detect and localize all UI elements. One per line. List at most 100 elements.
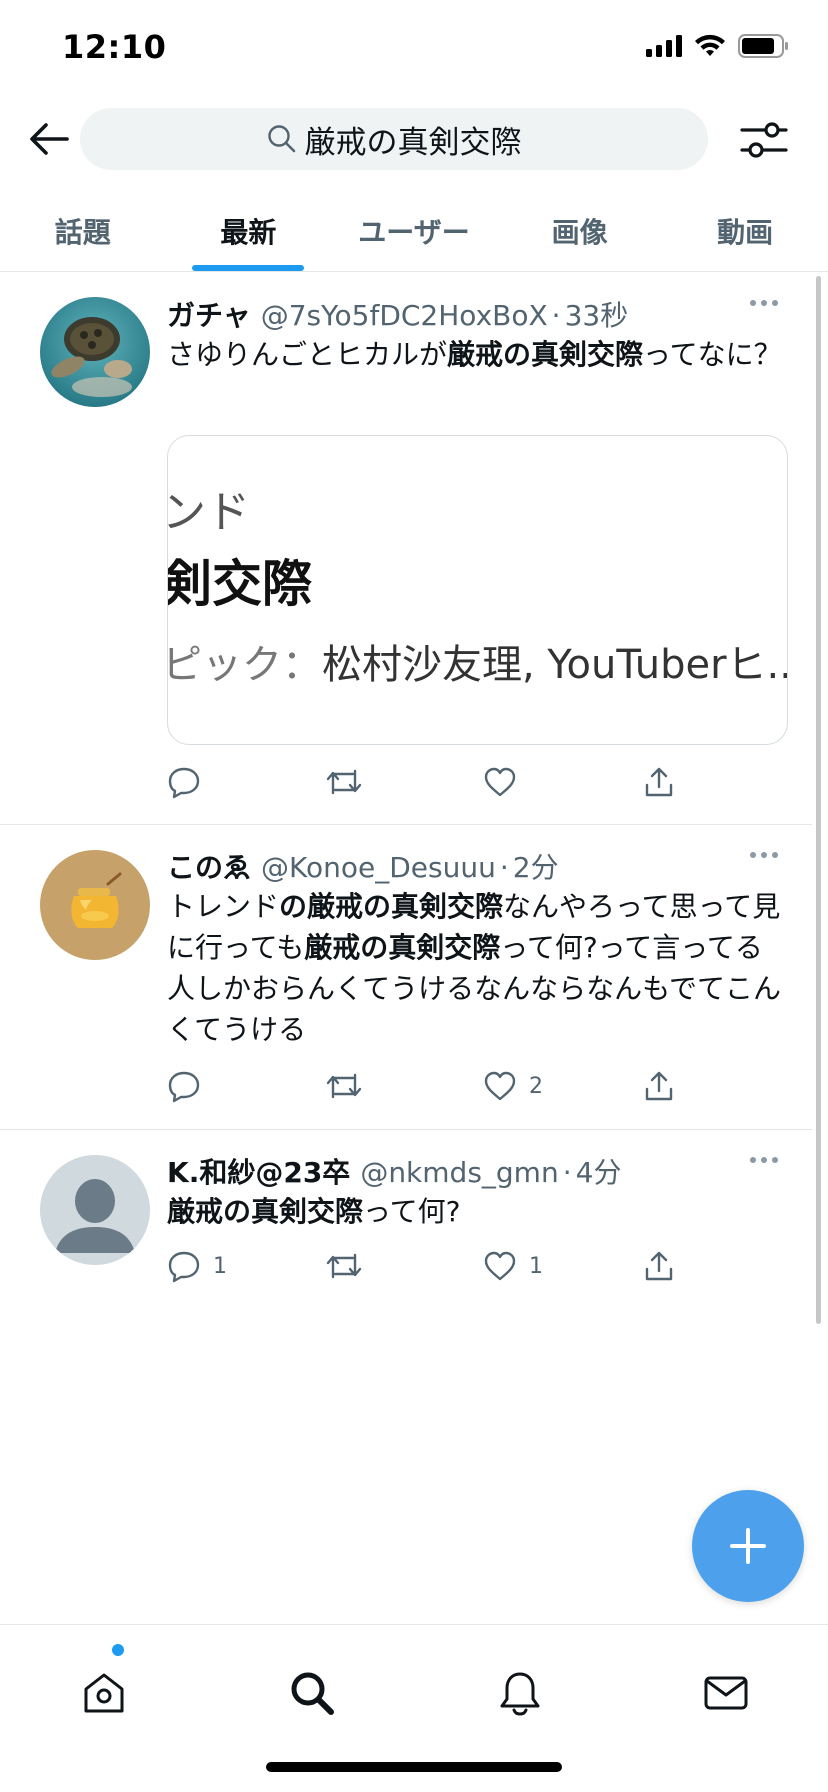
separator-dot: · <box>562 1156 572 1189</box>
tweet-body: K.和紗@23卒 @nkmds_gmn · 4分 厳戒の真剣交際って何? <box>167 1151 788 1232</box>
retweet-icon <box>326 1073 362 1099</box>
retweet-button[interactable] <box>325 762 375 802</box>
reply-button[interactable] <box>167 1066 213 1106</box>
tweet-body: このゑ @Konoe_Desuuu · 2分 トレンドの厳戒の真剣交際なんやろっ… <box>167 846 788 1050</box>
explore-icon <box>291 1672 334 1715</box>
tweet[interactable]: このゑ @Konoe_Desuuu · 2分 トレンドの厳戒の真剣交際なんやろっ… <box>0 826 812 1130</box>
retweet-icon <box>326 1253 362 1279</box>
tweet-text: トレンドの厳戒の真剣交際なんやろって思って見に行っても厳戒の真剣交際って何?って… <box>167 890 782 1046</box>
search-input[interactable]: 厳戒の真剣交際 <box>80 108 708 170</box>
like-count: 2 <box>529 1073 543 1099</box>
avatar[interactable] <box>40 297 150 407</box>
retweet-button[interactable] <box>325 1066 375 1106</box>
reply-button[interactable] <box>167 762 213 802</box>
messages-icon <box>704 1676 748 1710</box>
notifications-icon <box>500 1672 540 1716</box>
tab-videos[interactable]: 動画 <box>662 190 828 271</box>
like-icon <box>484 1071 516 1101</box>
tab-top[interactable]: 話題 <box>0 190 166 271</box>
tweet-time[interactable]: 2分 <box>513 846 559 886</box>
back-button[interactable] <box>26 116 72 162</box>
reply-button[interactable]: 1 <box>167 1246 227 1286</box>
compose-icon <box>730 1528 766 1564</box>
more-options-button[interactable] <box>750 852 778 858</box>
like-button[interactable]: 2 <box>483 1066 543 1106</box>
nav-explore[interactable] <box>284 1665 340 1721</box>
share-button[interactable] <box>642 762 676 802</box>
avatar[interactable] <box>40 850 150 960</box>
default-profile-icon <box>40 1155 150 1265</box>
media-card-line-3: ピック：松村沙友理, YouTuberヒ... <box>167 642 788 688</box>
like-icon <box>484 1251 516 1281</box>
separator-dot: · <box>551 299 561 332</box>
status-bar: 12:10 <box>0 0 828 100</box>
home-icon <box>84 1673 124 1713</box>
tweet-text: さゆりんごとヒカルが厳戒の真剣交際ってなに？ <box>167 338 782 371</box>
tweet-actions: 2 <box>167 1066 687 1106</box>
tweet-text: 厳戒の真剣交際って何? <box>167 1195 461 1228</box>
home-unread-dot <box>112 1644 124 1656</box>
tweet-header: ガチャ @7sYo5fDC2HoxBoX · 33秒 <box>167 294 788 332</box>
media-card-line-2: 剣交際 <box>167 555 312 613</box>
back-arrow-icon <box>30 123 69 155</box>
author-handle[interactable]: @7sYo5fDC2HoxBoX <box>261 299 548 332</box>
status-time: 12:10 <box>62 28 167 66</box>
filter-icon <box>740 122 788 158</box>
author-handle[interactable]: @Konoe_Desuuu <box>261 851 496 884</box>
author-name[interactable]: このゑ <box>167 846 251 886</box>
nav-messages[interactable] <box>698 1665 754 1721</box>
home-indicator[interactable] <box>266 1762 562 1772</box>
tab-people[interactable]: ユーザー <box>331 190 497 271</box>
nav-notifications[interactable] <box>492 1665 548 1721</box>
reply-icon <box>168 767 200 799</box>
reply-icon <box>168 1071 200 1103</box>
tweet-actions <box>167 762 687 802</box>
avatar[interactable] <box>40 1155 150 1265</box>
separator-dot: · <box>499 851 509 884</box>
scrollbar[interactable] <box>816 276 821 1324</box>
share-button[interactable] <box>642 1066 676 1106</box>
like-count: 1 <box>529 1253 543 1279</box>
wifi-icon <box>695 34 725 56</box>
compose-tweet-button[interactable] <box>692 1490 804 1602</box>
nav-home[interactable] <box>76 1665 132 1721</box>
search-filter-button[interactable] <box>736 114 792 166</box>
tweet-time[interactable]: 33秒 <box>565 294 629 334</box>
search-header: 厳戒の真剣交際 <box>0 100 828 180</box>
retweet-icon <box>326 769 362 795</box>
battery-icon <box>738 34 788 58</box>
more-options-button[interactable] <box>750 1157 778 1163</box>
share-button[interactable] <box>642 1246 676 1286</box>
tweet[interactable]: K.和紗@23卒 @nkmds_gmn · 4分 厳戒の真剣交際って何? 1 1 <box>0 1131 812 1301</box>
share-icon <box>645 1251 673 1281</box>
share-icon <box>645 1071 673 1101</box>
like-button[interactable]: 1 <box>483 1246 543 1286</box>
search-query: 厳戒の真剣交際 <box>304 124 522 161</box>
like-button[interactable] <box>483 762 529 802</box>
reply-icon <box>168 1251 200 1283</box>
author-handle[interactable]: @nkmds_gmn <box>360 1156 558 1189</box>
sea-turtle-avatar-image <box>40 297 150 407</box>
search-icon <box>267 125 295 153</box>
like-icon <box>484 767 516 797</box>
trend-media-card[interactable]: ンド 剣交際 ピック：松村沙友理, YouTuberヒ... <box>167 435 788 745</box>
tweet-header: このゑ @Konoe_Desuuu · 2分 <box>167 846 788 884</box>
tweet[interactable]: ガチャ @7sYo5fDC2HoxBoX · 33秒 さゆりんごとヒカルが厳戒の… <box>0 272 812 825</box>
media-card-line-1: ンド <box>167 487 250 538</box>
share-icon <box>645 767 673 797</box>
tab-photos[interactable]: 画像 <box>497 190 663 271</box>
status-icons <box>646 34 790 58</box>
author-name[interactable]: ガチャ <box>167 294 251 334</box>
tweet-actions: 1 1 <box>167 1246 687 1286</box>
more-options-button[interactable] <box>750 300 778 306</box>
search-tabs: 話題 最新 ユーザー 画像 動画 <box>0 190 828 272</box>
tab-latest[interactable]: 最新 <box>166 190 332 271</box>
honey-pot-avatar-image <box>40 850 150 960</box>
retweet-button[interactable] <box>325 1246 375 1286</box>
cellular-signal-icon <box>646 35 682 57</box>
tweet-time[interactable]: 4分 <box>576 1151 622 1191</box>
tweet-header: K.和紗@23卒 @nkmds_gmn · 4分 <box>167 1151 788 1189</box>
reply-count: 1 <box>213 1253 227 1279</box>
tweet-body: ガチャ @7sYo5fDC2HoxBoX · 33秒 さゆりんごとヒカルが厳戒の… <box>167 294 788 375</box>
author-name[interactable]: K.和紗@23卒 <box>167 1151 350 1191</box>
